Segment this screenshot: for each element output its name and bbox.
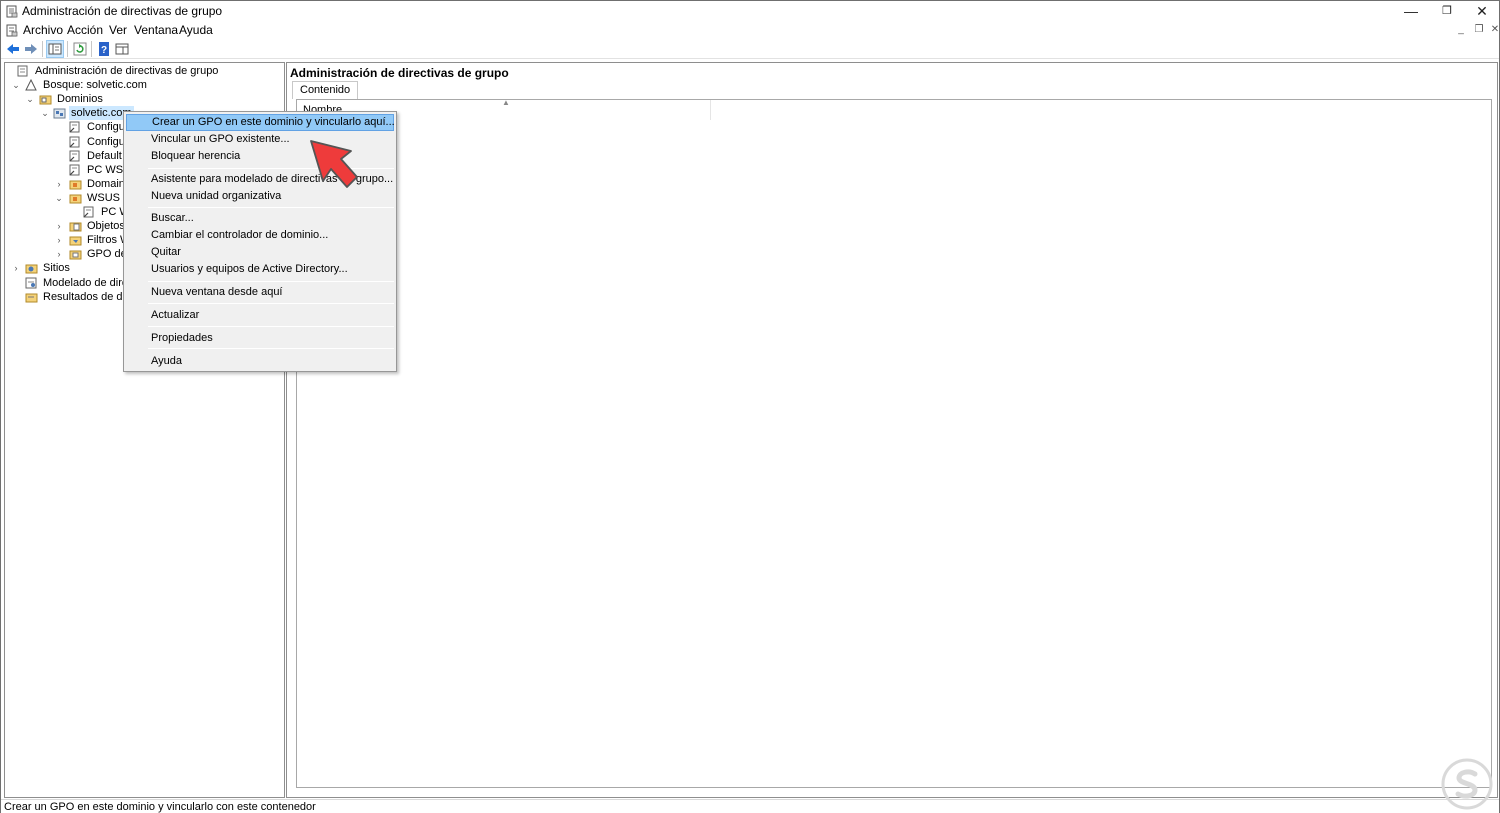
tab-contenido[interactable]: Contenido [292,81,359,99]
back-arrow-icon[interactable] [5,41,21,57]
contents-list[interactable]: Nombre ▲ [296,98,1492,788]
gpo-folder-icon [69,222,82,232]
context-menu-item[interactable]: Ayuda [126,353,394,370]
expand-chevron-icon[interactable]: › [11,261,21,275]
collapse-chevron-icon[interactable]: ⌄ [11,78,21,92]
menu-separator [148,207,394,208]
results-icon [25,293,38,303]
properties-pane-icon[interactable] [114,41,130,57]
app-window: Administración de directivas de grupo — … [0,0,1500,813]
sites-icon [25,264,38,274]
menu-separator [148,326,394,327]
toolbar-separator [42,41,43,57]
tree-node-label: Modelado de dire [43,276,129,289]
gpo-link-icon [69,164,80,176]
menu-bar: Archivo Acción Ver Ventana Ayuda _ ❐ ✕ [1,21,1499,39]
menu-accion[interactable]: Acción [67,23,103,37]
domains-folder-icon [39,95,52,105]
close-button[interactable]: ✕ [1464,1,1500,21]
expand-chevron-icon[interactable]: › [54,177,64,191]
red-pointer-arrow-icon [310,140,358,188]
menu-ver[interactable]: Ver [109,23,127,37]
mdi-close-button[interactable]: ✕ [1487,22,1500,38]
context-menu-item[interactable]: Actualizar [126,307,394,324]
window-title: Administración de directivas de grupo [22,4,223,18]
tree-node-label: Dominios [57,93,103,106]
toolbar-separator [67,41,68,57]
context-menu-item[interactable]: Usuarios y equipos de Active Directory..… [126,261,394,278]
ou-folder-icon [69,194,82,204]
watermark-logo-icon [1441,758,1493,810]
wmi-folder-icon [69,236,82,246]
menu-separator [148,303,394,304]
gpmc-root-icon [17,65,28,77]
tree-node-label: Bosque: solvetic.com [43,79,147,92]
results-pane: Administración de directivas de grupo Co… [286,62,1498,798]
toolbar-separator [91,41,92,57]
menu-archivo[interactable]: Archivo [23,23,63,37]
context-menu-item[interactable]: Cambiar el controlador de dominio... [126,227,394,244]
mdi-restore-button[interactable]: ❐ [1471,22,1487,38]
menu-separator [148,348,394,349]
context-menu-item[interactable]: Buscar... [126,210,394,227]
status-text: Crear un GPO en este dominio y vincularl… [4,801,316,813]
minimize-button[interactable]: — [1393,1,1429,21]
collapse-chevron-icon[interactable]: ⌄ [25,92,35,106]
show-tree-icon[interactable] [46,40,64,58]
modeling-icon [25,277,37,288]
gpmc-app-icon [6,5,18,18]
forward-arrow-icon[interactable] [23,41,39,57]
collapse-chevron-icon[interactable]: ⌄ [54,191,64,205]
tree-node-label: Administración de directivas de grupo [35,65,219,77]
context-menu-item[interactable]: Nueva ventana desde aquí [126,284,394,301]
help-icon[interactable]: ? [96,41,112,57]
mmc-document-icon [6,24,18,37]
menu-ayuda[interactable]: Ayuda [179,23,213,37]
menu-separator [148,281,394,282]
forest-icon [25,79,37,91]
toolbar: ? [1,39,1499,59]
expand-chevron-icon[interactable]: › [54,247,64,261]
results-pane-title: Administración de directivas de grupo [290,66,509,80]
context-menu-item[interactable]: Quitar [126,244,394,261]
ou-folder-icon [69,180,82,190]
tree-node-label: Resultados de dir [43,290,129,303]
context-menu-item[interactable]: Propiedades [126,330,394,347]
tree-node-label: Sitios [43,262,70,275]
status-bar: Crear un GPO en este dominio y vincularl… [1,799,1499,813]
expand-chevron-icon[interactable]: › [54,233,64,247]
domain-icon [53,108,66,119]
restore-button[interactable]: ❐ [1429,1,1465,21]
gpo-link-icon [69,121,80,133]
collapse-chevron-icon[interactable]: ⌄ [40,106,50,120]
sort-ascending-icon: ▲ [502,98,510,107]
refresh-icon[interactable] [72,41,88,57]
starter-gpo-icon [69,250,82,260]
expand-chevron-icon[interactable]: › [54,219,64,233]
mdi-minimize-button[interactable]: _ [1453,22,1469,38]
gpo-link-icon [83,206,94,218]
gpo-link-icon [69,150,80,162]
gpo-link-icon [69,136,80,147]
svg-text:?: ? [101,45,107,56]
menu-ventana[interactable]: Ventana [134,23,178,37]
title-bar: Administración de directivas de grupo — … [1,1,1499,21]
